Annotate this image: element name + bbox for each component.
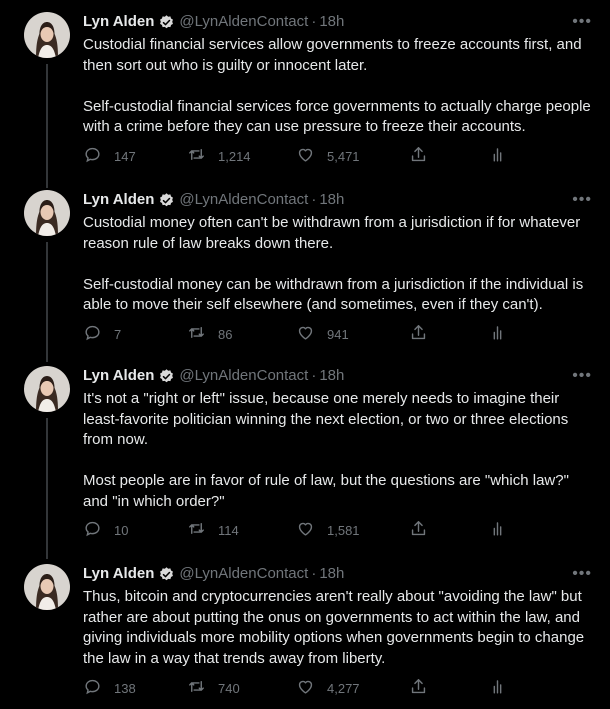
timestamp[interactable]: 18h (319, 565, 344, 583)
analytics-icon (488, 323, 507, 345)
share-button[interactable] (409, 323, 428, 345)
author-name[interactable]: Lyn Alden (83, 191, 154, 209)
heart-icon (296, 323, 315, 345)
share-button[interactable] (409, 519, 428, 541)
reply-icon (83, 519, 102, 541)
more-icon[interactable]: ••• (572, 565, 592, 583)
share-button[interactable] (409, 145, 428, 167)
reply-count: 147 (114, 148, 136, 164)
like-button[interactable]: 5,471 (296, 145, 360, 167)
more-icon[interactable]: ••• (572, 367, 592, 385)
share-icon (409, 323, 428, 345)
heart-icon (296, 145, 315, 167)
reply-button[interactable]: 147 (83, 145, 136, 167)
like-button[interactable]: 4,277 (296, 677, 360, 699)
tweet[interactable]: Lyn Alden @LynAldenContact · 18h ••• Cus… (0, 0, 610, 178)
author-handle[interactable]: @LynAldenContact (179, 191, 308, 209)
retweet-icon (187, 519, 206, 541)
heart-icon (296, 519, 315, 541)
more-icon[interactable]: ••• (572, 13, 592, 31)
author-name[interactable]: Lyn Alden (83, 13, 154, 31)
retweet-count: 86 (218, 326, 233, 342)
verified-badge-icon (158, 368, 175, 385)
reply-icon (83, 145, 102, 167)
retweet-button[interactable]: 114 (187, 519, 239, 541)
retweet-button[interactable]: 1,214 (187, 145, 251, 167)
author-handle[interactable]: @LynAldenContact (179, 565, 308, 583)
reply-count: 10 (114, 522, 129, 538)
reply-button[interactable]: 10 (83, 519, 128, 541)
share-icon (409, 677, 428, 699)
retweet-icon (187, 677, 206, 699)
timestamp[interactable]: 18h (319, 13, 344, 31)
analytics-button[interactable] (488, 677, 507, 699)
retweet-count: 114 (218, 522, 239, 538)
reply-button[interactable]: 7 (83, 323, 121, 345)
analytics-icon (488, 145, 507, 167)
share-button[interactable] (409, 677, 428, 699)
analytics-button[interactable] (488, 519, 507, 541)
retweet-button[interactable]: 740 (187, 677, 240, 699)
analytics-icon (488, 519, 507, 541)
retweet-count: 1,214 (218, 148, 251, 164)
more-icon[interactable]: ••• (572, 191, 592, 209)
reply-count: 138 (114, 680, 136, 696)
timestamp[interactable]: 18h (319, 367, 344, 385)
like-count: 941 (327, 326, 349, 342)
retweet-button[interactable]: 86 (187, 323, 232, 345)
reply-count: 7 (114, 326, 122, 342)
retweet-icon (187, 323, 206, 345)
tweet[interactable]: Lyn Alden @LynAldenContact · 18h ••• Cus… (0, 178, 610, 354)
retweet-count: 740 (218, 680, 240, 696)
timestamp[interactable]: 18h (319, 191, 344, 209)
like-count: 4,277 (327, 680, 360, 696)
tweet-text: Custodial money often can't be withdrawn… (83, 214, 584, 313)
like-count: 1,581 (327, 522, 360, 538)
author-name[interactable]: Lyn Alden (83, 367, 154, 385)
like-button[interactable]: 1,581 (296, 519, 360, 541)
reply-icon (83, 677, 102, 699)
avatar[interactable] (24, 190, 70, 236)
analytics-button[interactable] (488, 145, 507, 167)
author-name[interactable]: Lyn Alden (83, 565, 154, 583)
author-handle[interactable]: @LynAldenContact (179, 13, 308, 31)
tweet-text: Custodial financial services allow gover… (83, 36, 591, 135)
heart-icon (296, 677, 315, 699)
tweet[interactable]: Lyn Alden @LynAldenContact · 18h ••• It'… (0, 354, 610, 552)
like-button[interactable]: 941 (296, 323, 349, 345)
avatar[interactable] (24, 564, 70, 610)
author-handle[interactable]: @LynAldenContact (179, 367, 308, 385)
analytics-icon (488, 677, 507, 699)
reply-button[interactable]: 138 (83, 677, 136, 699)
verified-badge-icon (158, 192, 175, 209)
verified-badge-icon (158, 566, 175, 583)
avatar[interactable] (24, 12, 70, 58)
tweet-text: Thus, bitcoin and cryptocurrencies aren'… (83, 588, 589, 667)
avatar[interactable] (24, 366, 70, 412)
verified-badge-icon (158, 14, 175, 31)
retweet-icon (187, 145, 206, 167)
like-count: 5,471 (327, 148, 360, 164)
analytics-button[interactable] (488, 323, 507, 345)
share-icon (409, 145, 428, 167)
share-icon (409, 519, 428, 541)
tweet-text: It's not a "right or left" issue, becaus… (83, 390, 569, 510)
reply-icon (83, 323, 102, 345)
tweet[interactable]: Lyn Alden @LynAldenContact · 18h ••• Thu… (0, 552, 610, 709)
